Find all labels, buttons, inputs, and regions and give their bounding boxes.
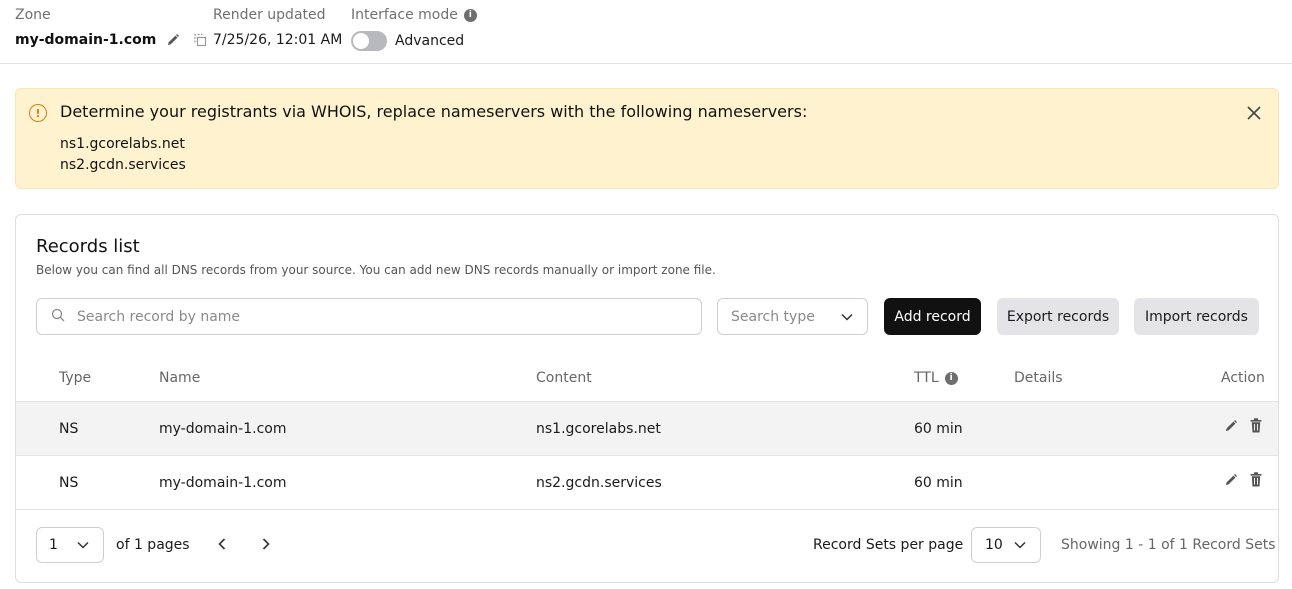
pencil-icon[interactable] [1224, 473, 1238, 487]
render-value: 7/25/26, 12:01 AM [213, 32, 343, 48]
nameserver-alert: ! Determine your registrants via WHOIS, … [15, 88, 1279, 189]
row-type: NS [59, 475, 79, 491]
alert-title: Determine your registrants via WHOIS, re… [60, 102, 808, 121]
showing-count: Showing 1 - 1 of 1 Record Sets [1061, 537, 1276, 553]
info-icon[interactable]: i [944, 371, 958, 385]
zone-header: Zone my-domain-1.com Render updated 7/25… [0, 0, 1292, 64]
per-page-value: 10 [985, 537, 1003, 553]
search-type-placeholder: Search type [731, 308, 815, 325]
chevron-down-icon [1014, 537, 1026, 553]
chevron-down-icon [841, 309, 853, 325]
zone-column: Zone my-domain-1.com [15, 7, 207, 49]
table-row: NS my-domain-1.com ns1.gcorelabs.net 60 … [16, 401, 1278, 455]
close-icon[interactable] [1244, 103, 1264, 123]
per-page-select[interactable]: 10 [971, 527, 1041, 563]
copy-icon[interactable] [193, 33, 207, 47]
trash-icon[interactable] [1250, 418, 1262, 433]
trash-icon[interactable] [1250, 472, 1262, 487]
info-icon[interactable]: i [463, 9, 477, 22]
mode-label-row: Interface mode i [351, 7, 477, 24]
pagination-bar: 1 of 1 pages Record Sets per page 10 Sho… [16, 509, 1278, 582]
per-page-label: Record Sets per page [813, 537, 964, 553]
records-title: Records list [36, 236, 140, 257]
nameserver-2: ns2.gcdn.services [60, 157, 186, 173]
table-header: Type Name Content TTL i Details Action [16, 355, 1278, 401]
mode-column: Interface mode i Advanced [351, 7, 477, 51]
table-row: NS my-domain-1.com ns2.gcdn.services 60 … [16, 455, 1278, 509]
warning-circle-icon: ! [29, 104, 47, 122]
import-records-button[interactable]: Import records [1134, 298, 1259, 335]
row-actions [1224, 472, 1262, 487]
row-content: ns2.gcdn.services [536, 475, 662, 491]
column-ttl: TTL i [914, 369, 958, 387]
render-column: Render updated 7/25/26, 12:01 AM [213, 7, 342, 49]
export-records-button[interactable]: Export records [997, 298, 1119, 335]
zone-name: my-domain-1.com [15, 32, 157, 48]
add-record-button[interactable]: Add record [884, 298, 981, 335]
chevron-down-icon [77, 537, 89, 553]
row-name: my-domain-1.com [159, 475, 287, 491]
zone-value: my-domain-1.com [15, 31, 207, 49]
pencil-icon[interactable] [1224, 419, 1238, 433]
column-type: Type [59, 370, 92, 386]
row-type: NS [59, 421, 79, 437]
nameserver-1: ns1.gcorelabs.net [60, 136, 185, 152]
mode-value: Advanced [395, 33, 465, 49]
render-label: Render updated [213, 7, 326, 23]
column-action: Action [1221, 370, 1265, 386]
column-details: Details [1014, 370, 1063, 386]
chevron-left-icon[interactable] [212, 534, 232, 554]
page-select[interactable]: 1 [36, 527, 104, 563]
search-box [36, 298, 702, 335]
row-ttl: 60 min [914, 421, 963, 437]
column-ttl-label: TTL [914, 370, 939, 386]
chevron-right-icon[interactable] [256, 534, 276, 554]
column-name: Name [159, 370, 201, 386]
records-card: Records list Below you can find all DNS … [15, 214, 1279, 583]
pencil-icon[interactable] [166, 33, 180, 47]
search-type-select[interactable]: Search type [717, 298, 868, 335]
row-actions [1224, 418, 1262, 433]
column-content: Content [536, 370, 592, 386]
zone-label: Zone [15, 7, 51, 23]
row-ttl: 60 min [914, 475, 963, 491]
mode-value-row: Advanced [351, 31, 477, 51]
search-icon [51, 307, 65, 326]
row-content: ns1.gcorelabs.net [536, 421, 661, 437]
mode-label: Interface mode [351, 7, 458, 23]
page-count: of 1 pages [116, 537, 190, 553]
records-subtitle: Below you can find all DNS records from … [36, 263, 716, 277]
row-name: my-domain-1.com [159, 421, 287, 437]
interface-mode-toggle[interactable] [351, 31, 387, 51]
current-page: 1 [49, 537, 58, 553]
search-input[interactable] [77, 308, 637, 325]
